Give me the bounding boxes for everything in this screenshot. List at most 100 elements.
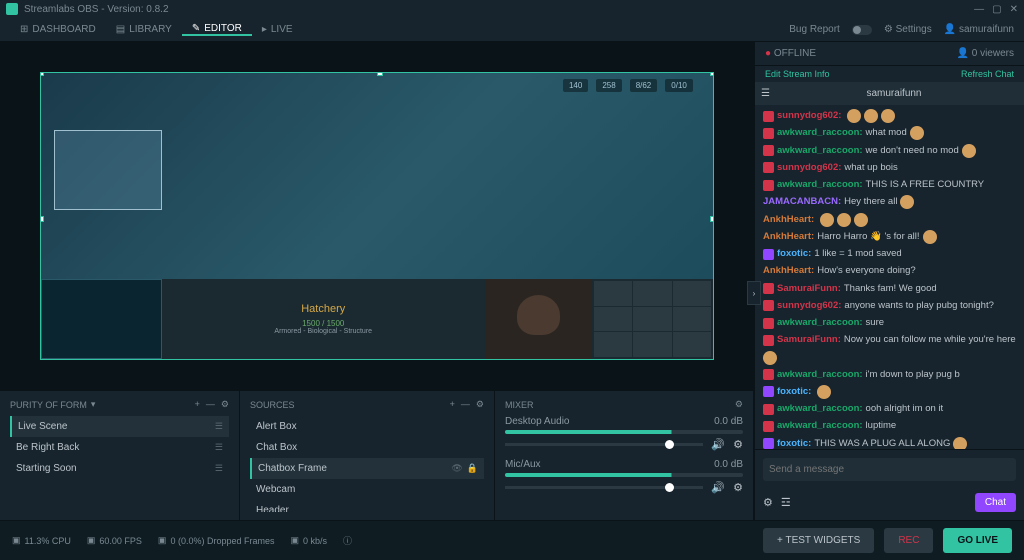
chat-message: awkward_raccoon: what mod — [763, 126, 1016, 140]
status-bar: ▣ 11.3% CPU ▣ 60.00 FPS ▣ 0 (0.0%) Dropp… — [0, 520, 1024, 560]
resize-handle[interactable] — [377, 72, 383, 76]
settings-link[interactable]: ⚙ Settings — [884, 24, 932, 35]
chat-input[interactable] — [763, 458, 1016, 481]
scene-item[interactable]: Be Right Back☰ — [10, 437, 229, 458]
resize-handle[interactable] — [40, 72, 44, 76]
game-minimap — [41, 279, 162, 359]
chat-badge-icon — [763, 404, 774, 415]
window-title: Streamlabs OBS - Version: 0.8.2 — [24, 4, 169, 15]
resize-handle[interactable] — [40, 216, 44, 222]
resize-handle[interactable] — [710, 72, 714, 76]
chat-message: sunnydog602: anyone wants to play pubg t… — [763, 299, 1016, 313]
mixer-gear-icon[interactable]: ⚙ — [733, 438, 743, 451]
refresh-chat[interactable]: Refresh Chat — [961, 69, 1014, 79]
chat-badge-icon — [763, 249, 774, 260]
test-widgets-button[interactable]: + TEST WIDGETS — [763, 528, 874, 553]
nav-dashboard[interactable]: ⊞ DASHBOARD — [10, 24, 106, 35]
source-item[interactable]: Alert Box — [250, 416, 484, 437]
mixer-channel: Desktop Audio0.0 dB🔊⚙ — [505, 416, 743, 451]
source-item[interactable]: Chat Box — [250, 437, 484, 458]
webcam-overlay — [485, 279, 593, 359]
chat-badge-icon — [763, 128, 774, 139]
close-icon[interactable]: ✕ — [1010, 4, 1018, 15]
chat-send-button[interactable]: Chat — [975, 493, 1016, 512]
chat-message: JAMACANBACN: Hey there all — [763, 195, 1016, 209]
chat-message: awkward_raccoon: sure — [763, 316, 1016, 330]
mixer-gear-icon[interactable]: ⚙ — [733, 481, 743, 494]
mixer-panel: MIXER ⚙ Desktop Audio0.0 dB🔊⚙Mic/Aux0.0 … — [495, 391, 754, 520]
chat-channel: samuraifunn — [866, 88, 921, 99]
stream-status: OFFLINE — [774, 48, 816, 59]
mixer-title: MIXER — [505, 400, 534, 410]
chat-badge-icon — [763, 386, 774, 397]
chat-message: SamuraiFunn: Now you can follow me while… — [763, 333, 1016, 364]
scenes-title: PURITY OF FORM — [10, 400, 87, 410]
fps-stat: ▣ 60.00 FPS — [87, 535, 142, 546]
chat-badge-icon — [763, 162, 774, 173]
chat-badge-icon — [763, 421, 774, 432]
emote-icon — [854, 213, 868, 227]
chat-badge-icon — [763, 438, 774, 449]
nav-editor[interactable]: ✎ EDITOR — [182, 23, 252, 36]
scene-item[interactable]: Live Scene☰ — [10, 416, 229, 437]
chat-message: SamuraiFunn: Thanks fam! We good — [763, 282, 1016, 296]
add-scene-icon[interactable]: + — [195, 399, 200, 410]
mixer-settings-icon[interactable]: ⚙ — [735, 399, 743, 410]
chat-message: awkward_raccoon: i'm down to play pug b — [763, 368, 1016, 382]
emote-icon — [962, 144, 976, 158]
chat-message: sunnydog602: — [763, 109, 1016, 123]
volume-slider[interactable] — [505, 443, 703, 446]
chat-badge-icon — [763, 283, 774, 294]
overlay-minimap — [54, 130, 162, 210]
volume-slider[interactable] — [505, 486, 703, 489]
emote-icon — [910, 126, 924, 140]
preview-area: 140 258 8/62 0/10 Hatchery 1500 / 1500 A… — [0, 42, 754, 390]
resize-handle[interactable] — [710, 216, 714, 222]
scene-canvas[interactable]: 140 258 8/62 0/10 Hatchery 1500 / 1500 A… — [40, 72, 714, 360]
add-source-icon[interactable]: + — [450, 399, 455, 410]
emote-icon — [817, 385, 831, 399]
source-item[interactable]: Header — [250, 500, 484, 512]
emote-icon — [900, 195, 914, 209]
chevron-down-icon[interactable]: ▾ — [91, 399, 96, 410]
maximize-icon[interactable]: ▢ — [992, 4, 1001, 15]
viewer-count: 👤 0 viewers — [957, 48, 1014, 59]
user-link[interactable]: 👤 samuraifunn — [944, 24, 1014, 35]
nav-live[interactable]: ▸ LIVE — [252, 24, 303, 35]
nav-library[interactable]: ▤ LIBRARY — [106, 24, 182, 35]
bug-report-link[interactable]: Bug Report — [789, 24, 840, 35]
night-mode-toggle[interactable] — [852, 25, 872, 35]
rec-button[interactable]: REC — [884, 528, 933, 553]
chat-badge-icon — [763, 300, 774, 311]
emote-icon — [820, 213, 834, 227]
remove-scene-icon[interactable]: — — [206, 399, 215, 410]
chat-settings-icon[interactable]: ⚙ — [763, 496, 773, 509]
scene-settings-icon[interactable]: ⚙ — [221, 399, 229, 410]
source-item[interactable]: Chatbox Frame👁 🔒 — [250, 458, 484, 479]
chat-message: foxotic: 1 like = 1 mod saved — [763, 247, 1016, 261]
game-info-panel: Hatchery 1500 / 1500 Armored - Biologica… — [162, 279, 485, 359]
chat-menu-icon[interactable]: ☰ — [761, 88, 770, 99]
mute-icon[interactable]: 🔊 — [711, 481, 725, 494]
source-item[interactable]: Webcam — [250, 479, 484, 500]
edit-stream-info[interactable]: Edit Stream Info — [765, 69, 830, 79]
lock-icon: 🔒 — [467, 463, 478, 474]
scene-item[interactable]: Starting Soon☰ — [10, 458, 229, 479]
source-settings-icon[interactable]: ⚙ — [476, 399, 484, 410]
game-hud: 140 258 8/62 0/10 — [563, 79, 693, 92]
sources-title: SOURCES — [250, 400, 295, 410]
cpu-stat: ▣ 11.3% CPU — [12, 535, 71, 546]
info-icon[interactable]: ⓘ — [343, 534, 352, 547]
chat-viewers-icon[interactable]: ☲ — [781, 496, 791, 509]
chat-message: foxotic: THIS WAS A PLUG ALL ALONG — [763, 437, 1016, 450]
chat-message: awkward_raccoon: luptime — [763, 419, 1016, 433]
minimize-icon[interactable]: — — [974, 4, 984, 15]
expand-chat-icon[interactable]: › — [747, 281, 761, 305]
mute-icon[interactable]: 🔊 — [711, 438, 725, 451]
bitrate-stat: ▣ 0 kb/s — [290, 535, 327, 546]
go-live-button[interactable]: GO LIVE — [943, 528, 1012, 553]
chat-panel: ● OFFLINE 👤 0 viewers Edit Stream Info R… — [754, 42, 1024, 520]
emote-icon — [881, 109, 895, 123]
remove-source-icon[interactable]: — — [461, 399, 470, 410]
emote-icon — [923, 230, 937, 244]
